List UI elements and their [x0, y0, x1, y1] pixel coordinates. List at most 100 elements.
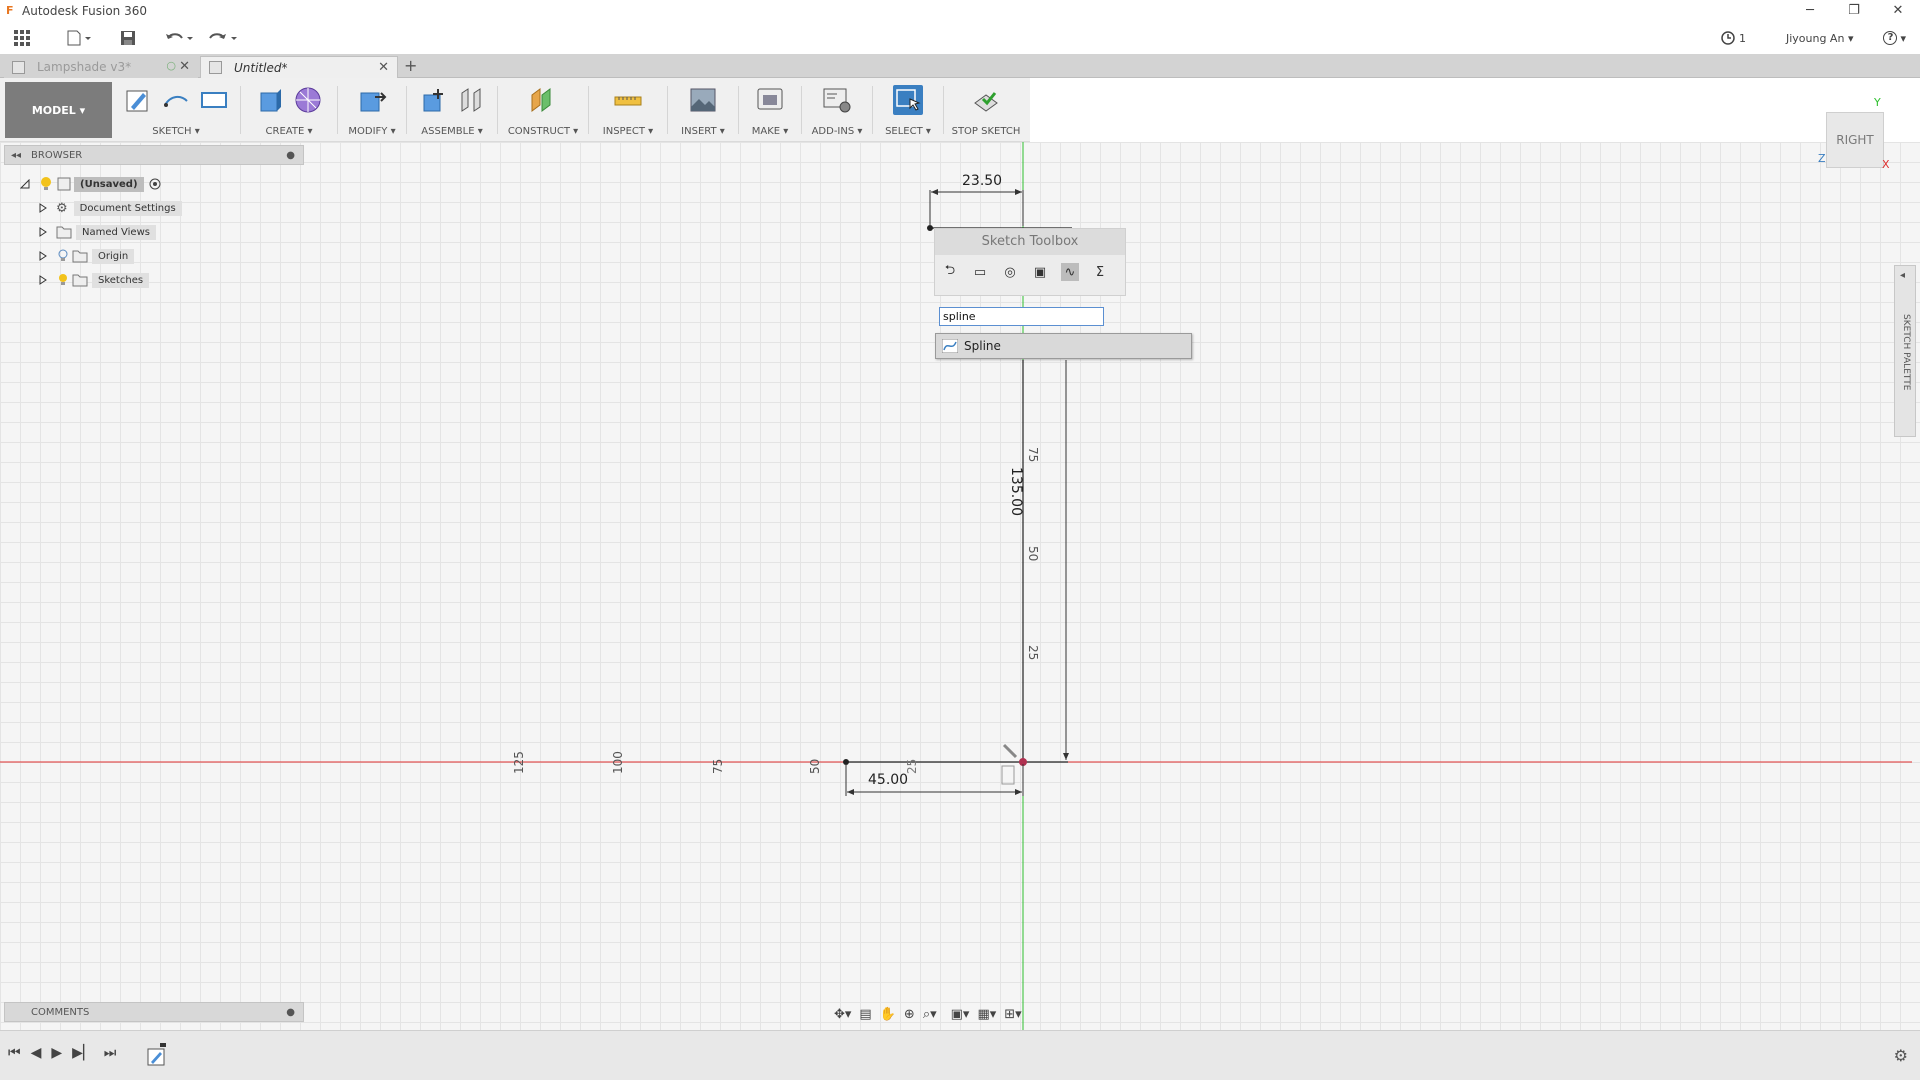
toolbar-group-inspect[interactable]: INSPECT ▾ — [592, 82, 664, 140]
help-menu[interactable]: ? ▾ — [1883, 31, 1906, 45]
zoom-icon[interactable]: ⊕ — [904, 1007, 915, 1022]
timeline-settings-icon[interactable]: ⚙ — [1894, 1046, 1908, 1065]
spline-icon[interactable]: ∿ — [1061, 263, 1079, 281]
stop-sketch-icon[interactable] — [971, 85, 1001, 115]
user-menu[interactable]: Jiyoung An ▾ — [1786, 32, 1854, 45]
tab-untitled[interactable]: Untitled* ✕ — [200, 56, 398, 78]
search-result-spline[interactable]: Spline — [935, 333, 1192, 359]
toolbar-group-insert[interactable]: INSERT ▾ — [671, 82, 735, 140]
new-tab-icon[interactable]: + — [404, 56, 417, 75]
go-to-end-icon[interactable]: ⏭ — [104, 1045, 117, 1061]
browser-panel-header[interactable]: ◂◂ BROWSER ● — [4, 145, 304, 165]
browser-item-origin[interactable]: Origin — [38, 244, 220, 268]
press-pull-icon[interactable] — [357, 85, 387, 115]
expand-palette-icon[interactable]: ◂ — [1900, 270, 1905, 281]
pan-icon[interactable]: ✋ — [880, 1007, 896, 1022]
browser-item-sketches[interactable]: Sketches — [38, 268, 220, 292]
lightbulb-icon[interactable] — [38, 176, 54, 192]
tab-label: Untitled* — [234, 60, 288, 75]
expand-icon[interactable] — [38, 275, 48, 285]
stop-sketch-button[interactable]: STOP SKETCH — [947, 82, 1025, 140]
toolbar-group-add-ins[interactable]: ADD-INS ▾ — [805, 82, 869, 140]
redo-icon[interactable] — [206, 24, 240, 52]
comments-panel-header[interactable]: COMMENTS ● — [4, 1002, 304, 1022]
close-tab-icon[interactable]: ✕ — [378, 60, 389, 75]
step-forward-icon[interactable]: ▶▏ — [72, 1045, 94, 1061]
rectangle-icon[interactable]: ▭ — [971, 263, 989, 281]
undo-icon[interactable] — [162, 24, 196, 52]
close-window-button[interactable]: ✕ — [1876, 0, 1920, 22]
expand-icon[interactable] — [38, 203, 48, 213]
toolbar-group-assemble[interactable]: ASSEMBLE ▾ — [410, 82, 494, 140]
zoom-window-icon[interactable]: ⌕▾ — [923, 1007, 937, 1022]
viewports-icon[interactable]: ⊞▾ — [1004, 1007, 1021, 1022]
orbit-icon[interactable]: ✥▾ — [834, 1007, 851, 1022]
rectangle-icon[interactable] — [199, 85, 229, 115]
circle-icon[interactable]: ◎ — [1001, 263, 1019, 281]
activate-icon[interactable] — [148, 177, 162, 191]
expand-icon[interactable] — [38, 251, 48, 261]
loop-icon[interactable]: ⮌ — [941, 263, 959, 281]
quick-access-bar: 1 Jiyoung An ▾ ? ▾ — [0, 22, 1920, 54]
timeline-controls: ⏮ ◀ ▶ ▶▏ ⏭ — [8, 1045, 116, 1061]
ruler-label: 125 — [512, 751, 526, 774]
dimension-top-width[interactable]: 23.50 — [962, 173, 1002, 189]
sketch-palette-tab[interactable]: ◂ SKETCH PALETTE — [1894, 265, 1916, 437]
extrude-icon[interactable] — [255, 85, 285, 115]
grid-settings-icon[interactable]: ▦▾ — [977, 1007, 996, 1022]
collapse-icon[interactable]: ◂◂ — [11, 150, 21, 161]
display-settings-icon[interactable]: ▣▾ — [951, 1007, 970, 1022]
expand-icon[interactable] — [20, 179, 30, 189]
sketch-toolbox-search-input[interactable] — [939, 307, 1104, 326]
toolbar-group-select[interactable]: SELECT ▾ — [876, 82, 940, 140]
tab-lampshade[interactable]: Lampshade v3* ○ ✕ — [4, 56, 198, 78]
image-icon[interactable]: ▣ — [1031, 263, 1049, 281]
scripts-icon[interactable] — [822, 85, 852, 115]
offset-plane-icon[interactable] — [528, 85, 558, 115]
document-icon — [57, 177, 71, 191]
line-icon[interactable] — [161, 85, 191, 115]
3d-print-icon[interactable] — [755, 85, 785, 115]
play-icon[interactable]: ▶ — [51, 1045, 62, 1061]
minimize-button[interactable]: ─ — [1788, 0, 1832, 22]
add-comment-icon[interactable]: ● — [286, 1007, 295, 1018]
look-at-icon[interactable]: ▤ — [859, 1007, 871, 1022]
toolbar-group-make[interactable]: MAKE ▾ — [742, 82, 798, 140]
joint-icon[interactable] — [456, 85, 486, 115]
save-icon[interactable] — [118, 24, 138, 52]
select-icon[interactable] — [893, 85, 923, 115]
job-status[interactable]: 1 — [1721, 31, 1746, 45]
new-component-icon[interactable] — [418, 85, 448, 115]
insert-image-icon[interactable] — [688, 85, 718, 115]
step-back-icon[interactable]: ◀ — [31, 1045, 42, 1061]
create-sketch-icon[interactable] — [123, 85, 153, 115]
file-menu-icon[interactable] — [64, 24, 94, 52]
browser-item-document-settings[interactable]: ⚙ Document Settings — [38, 196, 220, 220]
window-title: Autodesk Fusion 360 — [22, 4, 147, 18]
timeline-sketch-icon[interactable] — [146, 1043, 168, 1067]
toolbar-group-modify[interactable]: MODIFY ▾ — [341, 82, 403, 140]
lightbulb-icon[interactable] — [56, 273, 70, 287]
go-to-start-icon[interactable]: ⏮ — [8, 1045, 21, 1061]
expand-icon[interactable] — [38, 227, 48, 237]
workspace-switcher[interactable]: MODEL ▾ — [5, 82, 112, 138]
dimension-bottom-width[interactable]: 45.00 — [868, 772, 908, 788]
toolbar-group-create[interactable]: CREATE ▾ — [244, 82, 334, 140]
measure-icon[interactable] — [613, 85, 643, 115]
form-icon[interactable] — [293, 85, 323, 115]
browser-root-item[interactable]: (Unsaved) — [20, 172, 220, 196]
data-panel-icon[interactable] — [12, 24, 32, 52]
dimension-height[interactable]: 135.00 — [1008, 467, 1024, 527]
lightbulb-off-icon[interactable] — [56, 249, 70, 263]
restore-button[interactable]: ❐ — [1832, 0, 1876, 22]
clock-icon — [1721, 31, 1735, 45]
toolbar-group-construct[interactable]: CONSTRUCT ▾ — [501, 82, 585, 140]
sigma-icon[interactable]: Σ — [1091, 263, 1109, 281]
browser-item-named-views[interactable]: Named Views — [38, 220, 220, 244]
pin-icon[interactable]: ● — [286, 150, 295, 161]
toolbar-group-sketch[interactable]: SKETCH ▾ — [116, 82, 236, 140]
toolbar-group-label: SKETCH ▾ — [152, 126, 200, 137]
close-tab-icon[interactable]: ✕ — [179, 59, 190, 74]
viewcube[interactable]: RIGHT — [1826, 112, 1884, 168]
sync-icon: ○ — [166, 59, 176, 72]
